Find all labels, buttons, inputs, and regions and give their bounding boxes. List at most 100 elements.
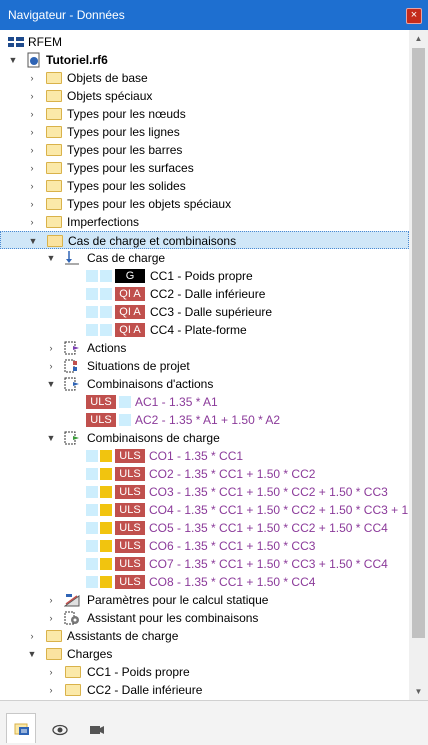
color-square [86, 288, 98, 300]
action-category-badge: QI A [115, 287, 145, 301]
color-square [100, 306, 112, 318]
expand-arrow-icon[interactable]: › [27, 216, 37, 228]
load-case-item[interactable]: QI A CC2 - Dalle inférieure [0, 285, 409, 303]
action-category-badge: QI A [115, 305, 145, 319]
tree-folder[interactable]: › Types pour les surfaces [0, 159, 409, 177]
expand-arrow-icon[interactable]: › [27, 630, 37, 642]
load-combination-item[interactable]: ULS CO6 - 1.35 * CC1 + 1.50 * CC3 [0, 537, 409, 555]
load-case-label: CC2 - Dalle inférieure [150, 287, 266, 301]
tree-action-combinations[interactable]: ▼ Combinaisons d'actions [0, 375, 409, 393]
load-case-item[interactable]: QI A CC4 - Plate-forme [0, 321, 409, 339]
tree-folder[interactable]: › Types pour les solides [0, 177, 409, 195]
load-case-label: CC3 - Dalle supérieure [150, 305, 273, 319]
tree-folder[interactable]: › Types pour les barres [0, 141, 409, 159]
tree-folder[interactable]: › Imperfections [0, 213, 409, 231]
folder-label: Charges [67, 647, 113, 661]
scrollbar-thumb[interactable] [412, 48, 425, 638]
load-combination-item[interactable]: ULS CO7 - 1.35 * CC1 + 1.50 * CC3 + 1.50… [0, 555, 409, 573]
color-square [86, 576, 98, 588]
tab-data[interactable] [6, 713, 36, 743]
color-square [86, 486, 98, 498]
scroll-down-icon[interactable]: ▼ [409, 683, 428, 700]
tree-load-cases[interactable]: ▼ Cas de charge [0, 249, 409, 267]
close-button[interactable]: × [406, 8, 422, 24]
open-folder-icon [47, 235, 63, 247]
tree-folder[interactable]: › Types pour les nœuds [0, 105, 409, 123]
tree-folder[interactable]: › Types pour les objets spéciaux [0, 195, 409, 213]
action-combination-item[interactable]: ULS AC2 - 1.35 * A1 + 1.50 * A2 [0, 411, 409, 429]
node-label: Combinaisons de charge [87, 431, 220, 445]
expand-arrow-icon[interactable]: › [27, 180, 37, 192]
tree-folder[interactable]: › Objets spéciaux [0, 87, 409, 105]
color-square [86, 468, 98, 480]
node-label: Actions [87, 341, 127, 355]
collapse-arrow-icon[interactable]: ▼ [27, 648, 37, 660]
data-tab-icon [14, 721, 30, 737]
tab-views[interactable] [82, 715, 112, 745]
tree-model[interactable]: ▼ Tutoriel.rf6 [0, 51, 409, 69]
folder-icon [46, 90, 62, 102]
tab-display[interactable] [45, 715, 75, 745]
node-label: Assistant pour les combinaisons [87, 611, 259, 625]
tree-folder[interactable]: › Types pour les lignes [0, 123, 409, 141]
vertical-scrollbar[interactable]: ▲ ▼ [409, 30, 428, 700]
load-combination-item[interactable]: ULS CO2 - 1.35 * CC1 + 1.50 * CC2 [0, 465, 409, 483]
expand-arrow-icon[interactable]: › [46, 594, 56, 606]
tree-load-cases-combinations[interactable]: ▼ Cas de charge et combinaisons [0, 231, 409, 249]
load-case-item[interactable]: G CC1 - Poids propre [0, 267, 409, 285]
expand-arrow-icon[interactable]: › [46, 342, 56, 354]
load-combinations-icon [64, 430, 80, 446]
expand-arrow-icon[interactable]: › [46, 666, 56, 678]
collapse-arrow-icon[interactable]: ▼ [46, 432, 56, 444]
load-combination-item[interactable]: ULS CO8 - 1.35 * CC1 + 1.50 * CC4 [0, 573, 409, 591]
color-square [119, 396, 131, 408]
actions-icon [64, 340, 80, 356]
tree-folder[interactable]: › CC1 - Poids propre [0, 663, 409, 681]
color-square [86, 270, 98, 282]
expand-arrow-icon[interactable]: › [27, 162, 37, 174]
tree-folder[interactable]: › CC2 - Dalle inférieure [0, 681, 409, 699]
expand-arrow-icon[interactable]: › [27, 72, 37, 84]
tree-actions[interactable]: › Actions [0, 339, 409, 357]
load-case-item[interactable]: QI A CC3 - Dalle supérieure [0, 303, 409, 321]
expand-arrow-icon[interactable]: › [27, 90, 37, 102]
tree-design-situations[interactable]: › Situations de projet [0, 357, 409, 375]
collapse-arrow-icon[interactable]: ▼ [46, 252, 56, 264]
load-combination-item[interactable]: ULS CO4 - 1.35 * CC1 + 1.50 * CC2 + 1.50… [0, 501, 409, 519]
folder-icon [65, 666, 81, 678]
tree-folder[interactable]: › Objets de base [0, 69, 409, 87]
scroll-up-icon[interactable]: ▲ [409, 30, 428, 47]
tree-combination-wizard[interactable]: › Assistant pour les combinaisons [0, 609, 409, 627]
load-combination-item[interactable]: ULS CO5 - 1.35 * CC1 + 1.50 * CC2 + 1.50… [0, 519, 409, 537]
collapse-arrow-icon[interactable]: ▼ [8, 54, 18, 66]
load-combination-item[interactable]: ULS CO3 - 1.35 * CC1 + 1.50 * CC2 + 1.50… [0, 483, 409, 501]
expand-arrow-icon[interactable]: › [27, 108, 37, 120]
expand-arrow-icon[interactable]: › [27, 198, 37, 210]
tree-static-analysis-settings[interactable]: › Paramètres pour le calcul statique [0, 591, 409, 609]
tree-loads[interactable]: ▼ Charges [0, 645, 409, 663]
folder-label: Types pour les objets spéciaux [67, 197, 232, 211]
combination-label: AC1 - 1.35 * A1 [135, 395, 218, 409]
collapse-arrow-icon[interactable]: ▼ [28, 235, 38, 247]
action-combination-item[interactable]: ULS AC1 - 1.35 * A1 [0, 393, 409, 411]
tree-load-combinations[interactable]: ▼ Combinaisons de charge [0, 429, 409, 447]
load-case-label: CC4 - Plate-forme [150, 323, 247, 337]
action-category-badge: G [115, 269, 145, 283]
folder-label: Objets spéciaux [67, 89, 153, 103]
action-combinations-icon [64, 376, 80, 392]
color-square [100, 450, 112, 462]
tree-root-rfem[interactable]: RFEM [0, 33, 409, 51]
load-combination-item[interactable]: ULS CO1 - 1.35 * CC1 [0, 447, 409, 465]
combination-label: AC2 - 1.35 * A1 + 1.50 * A2 [135, 413, 281, 427]
expand-arrow-icon[interactable]: › [46, 684, 56, 696]
expand-arrow-icon[interactable]: › [27, 126, 37, 138]
expand-arrow-icon[interactable]: › [27, 144, 37, 156]
combination-wizard-icon [64, 610, 80, 626]
collapse-arrow-icon[interactable]: ▼ [46, 378, 56, 390]
folder-icon [46, 630, 62, 642]
tree-folder[interactable]: › Assistants de charge [0, 627, 409, 645]
expand-arrow-icon[interactable]: › [46, 612, 56, 624]
folder-icon [46, 72, 62, 84]
expand-arrow-icon[interactable]: › [46, 360, 56, 372]
navigator-tree: RFEM ▼ Tutoriel.rf6 › Objets de base › O… [0, 30, 409, 700]
